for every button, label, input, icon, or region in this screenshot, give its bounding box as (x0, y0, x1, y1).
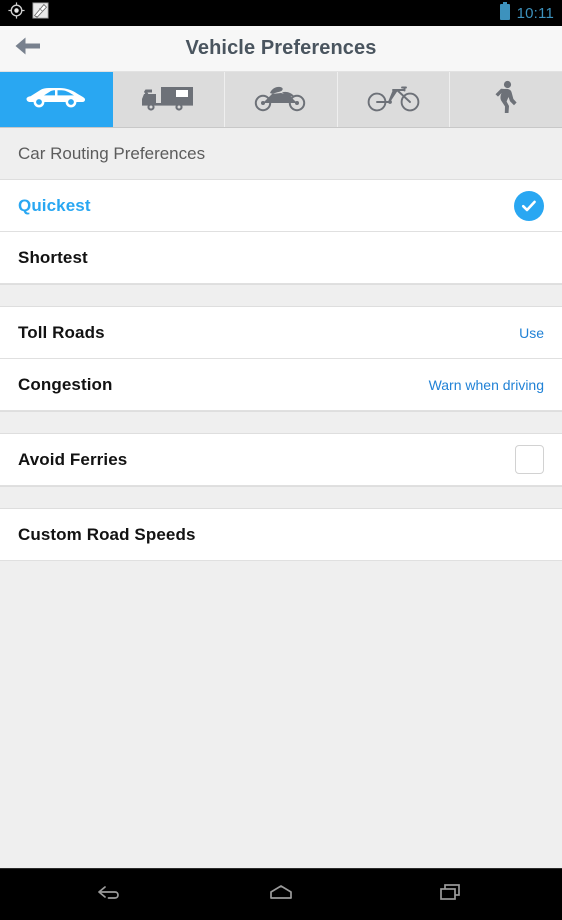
status-bar-clock: 10:11 (516, 4, 554, 22)
app-bar: Vehicle Preferences (0, 26, 562, 72)
row-shortest-label: Shortest (18, 247, 88, 267)
nav-home-icon (265, 880, 297, 909)
nav-back-icon (95, 880, 127, 909)
tab-motorcycle[interactable] (225, 72, 338, 127)
row-avoid-ferries[interactable]: Avoid Ferries (0, 434, 562, 486)
system-navigation-bar (0, 868, 562, 920)
section-header-car-routing: Car Routing Preferences (0, 128, 562, 180)
status-bar: 10:11 (0, 0, 562, 26)
list-empty-area (0, 561, 562, 868)
row-custom-road-speeds[interactable]: Custom Road Speeds (0, 509, 562, 561)
tab-car[interactable] (0, 72, 113, 127)
row-congestion-value: Warn when driving (428, 376, 544, 393)
section-divider-2 (0, 411, 562, 434)
row-avoid-ferries-label: Avoid Ferries (18, 449, 128, 469)
section-divider-1 (0, 284, 562, 307)
row-toll-roads[interactable]: Toll Roads Use (0, 307, 562, 359)
avoid-ferries-checkbox[interactable] (515, 445, 544, 474)
row-shortest[interactable]: Shortest (0, 232, 562, 284)
row-quickest-label: Quickest (18, 195, 91, 215)
row-congestion-label: Congestion (18, 374, 113, 394)
row-custom-road-speeds-label: Custom Road Speeds (18, 524, 196, 544)
row-congestion[interactable]: Congestion Warn when driving (0, 359, 562, 411)
tab-bicycle[interactable] (337, 72, 451, 127)
nav-back-button[interactable] (81, 872, 141, 918)
car-icon (24, 82, 88, 117)
app-notification-icon (32, 2, 49, 24)
battery-icon (499, 1, 511, 25)
check-circle-icon[interactable] (514, 190, 544, 221)
row-toll-roads-label: Toll Roads (18, 322, 105, 342)
status-bar-right: 10:11 (499, 1, 554, 25)
row-quickest[interactable]: Quickest (0, 180, 562, 232)
page-title: Vehicle Preferences (185, 37, 377, 59)
nav-recents-button[interactable] (421, 872, 481, 918)
tab-pedestrian[interactable] (450, 72, 562, 127)
status-bar-left (8, 2, 49, 24)
motorcycle-icon (253, 81, 309, 118)
pedestrian-icon (493, 80, 519, 119)
back-arrow-icon (13, 34, 43, 63)
preferences-list: Car Routing Preferences Quickest Shortes… (0, 128, 562, 868)
nav-home-button[interactable] (251, 872, 311, 918)
rv-icon (140, 81, 196, 118)
vehicle-tab-bar (0, 72, 562, 128)
gps-location-icon (8, 2, 25, 24)
bicycle-icon (366, 81, 422, 118)
nav-recents-icon (435, 880, 467, 909)
section-divider-3 (0, 486, 562, 509)
row-toll-roads-value: Use (519, 324, 544, 341)
tab-rv[interactable] (112, 72, 226, 127)
back-button[interactable] (0, 26, 56, 71)
